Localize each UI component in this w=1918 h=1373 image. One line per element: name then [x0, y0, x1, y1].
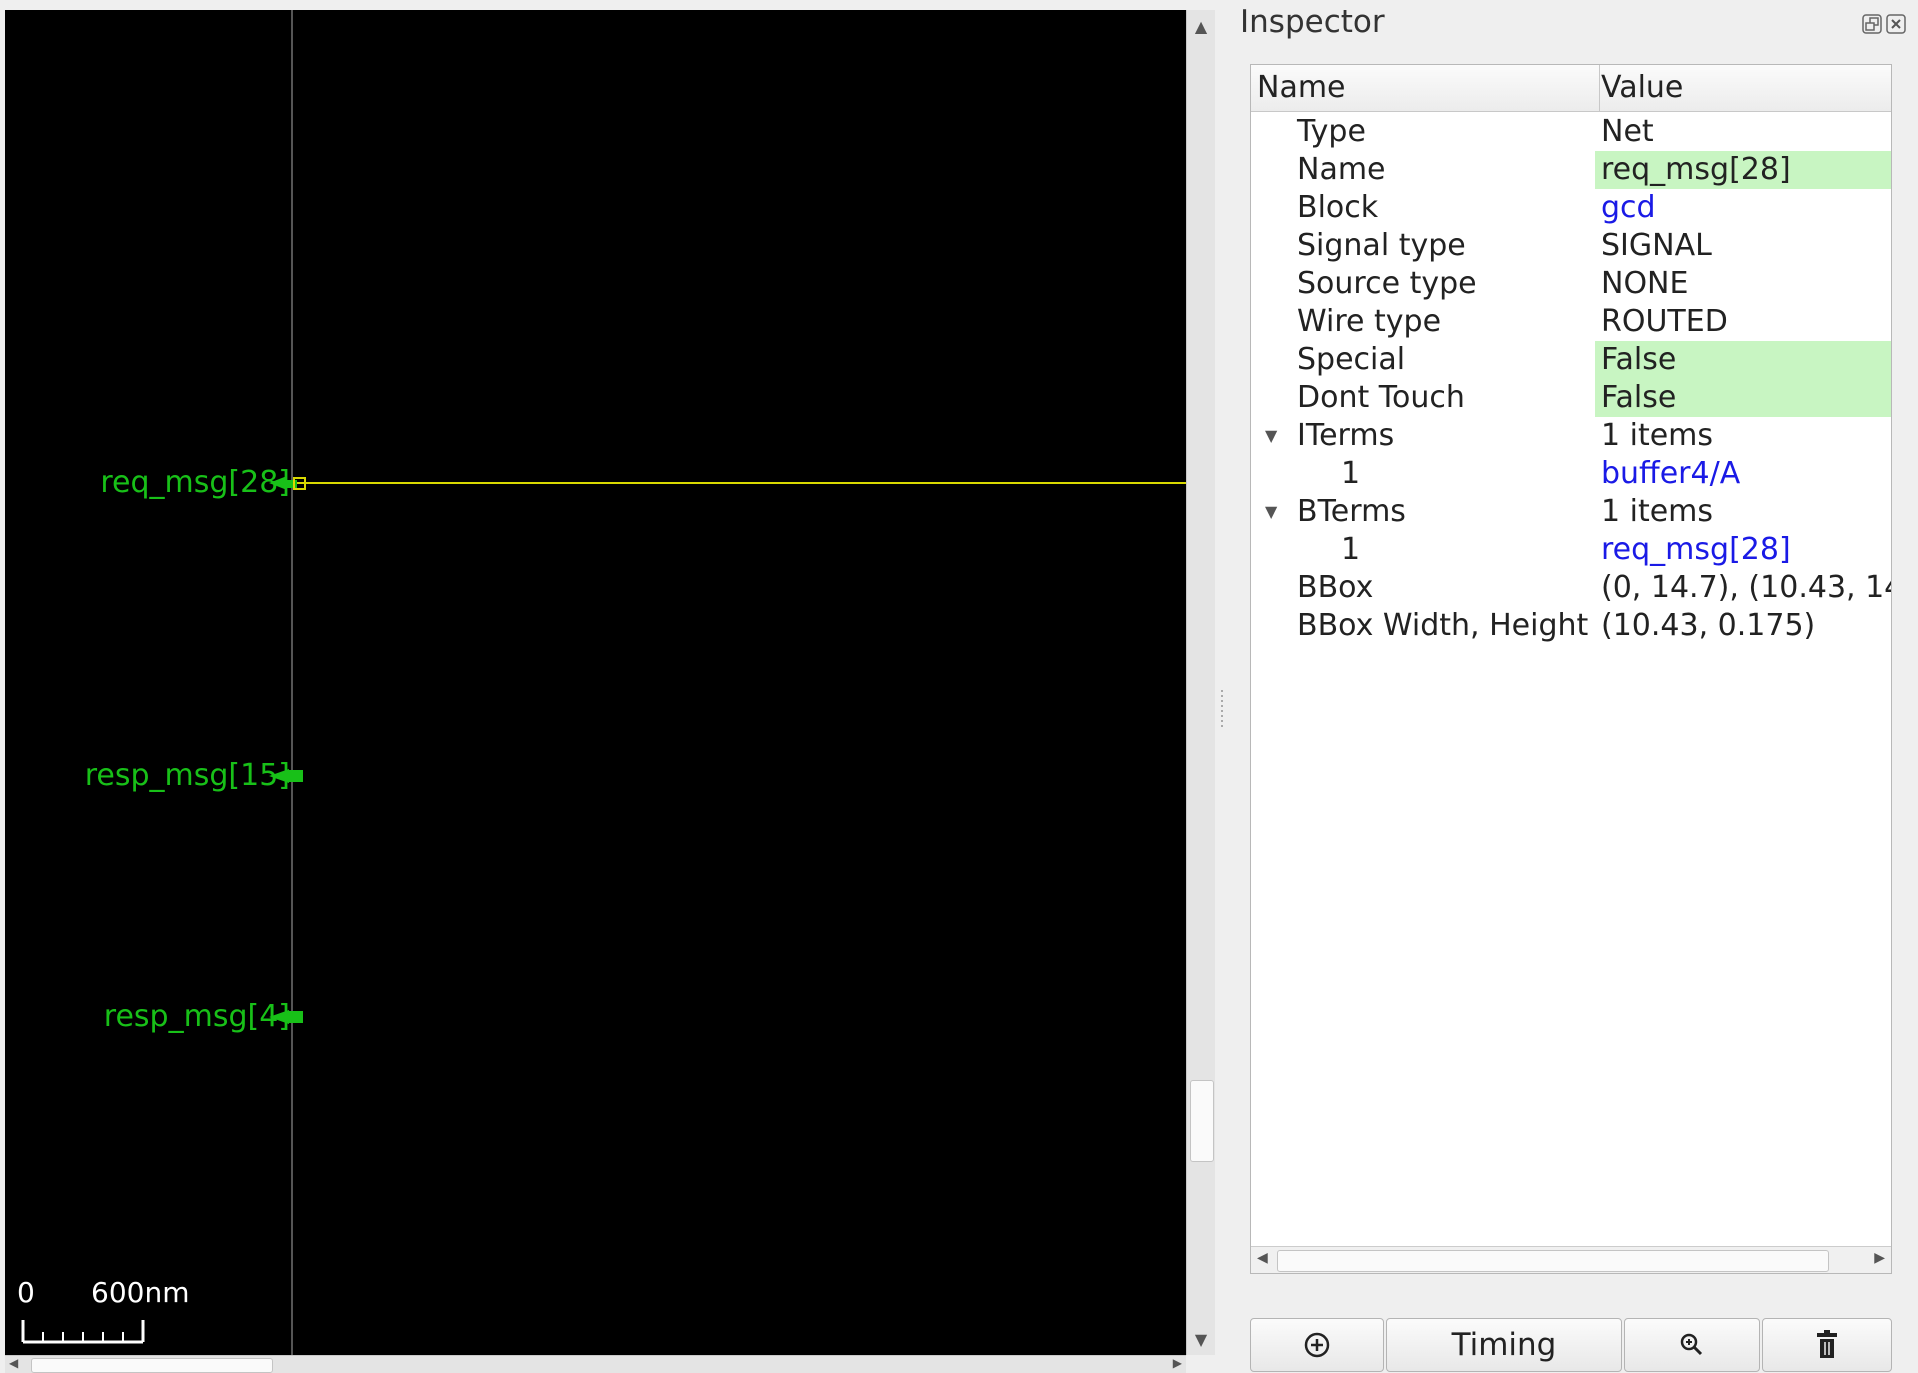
pin-label-resp-msg-15[interactable]: resp_msg[15] — [85, 759, 290, 793]
zoom-button[interactable] — [1624, 1318, 1760, 1372]
collapse-arrow-icon[interactable]: ▼ — [1265, 417, 1277, 455]
inspector-dock: Inspector Name Value Type Net Name req_m… — [1226, 0, 1918, 1372]
property-value-editable[interactable]: req_msg[28] — [1595, 151, 1891, 189]
dock-title: Inspector — [1240, 4, 1385, 40]
tree-row[interactable]: Signal type SIGNAL — [1251, 227, 1891, 265]
property-name: BBox Width, Height — [1297, 608, 1589, 643]
scale-bar-zero: 0 — [17, 1276, 35, 1309]
pin-label-req-msg-28[interactable]: req_msg[28] — [100, 466, 290, 500]
dock-close-icon[interactable] — [1886, 14, 1906, 34]
tree-header: Name Value — [1251, 65, 1891, 112]
property-name: Name — [1297, 152, 1386, 187]
tree-row[interactable]: Name req_msg[28] — [1251, 151, 1891, 189]
delete-icon — [1817, 1330, 1837, 1358]
scale-ruler — [21, 1320, 145, 1344]
scroll-down-icon[interactable]: ▼ — [1187, 1325, 1215, 1353]
property-value-link[interactable]: gcd — [1595, 189, 1891, 227]
property-name: Signal type — [1297, 228, 1466, 263]
selected-net-wire[interactable] — [297, 482, 1186, 484]
pin-marker-resp-msg-4[interactable] — [269, 1005, 315, 1029]
property-name: Wire type — [1297, 304, 1442, 339]
tree-row[interactable]: BBox Width, Height (10.43, 0.175) — [1251, 607, 1891, 645]
layout-vertical-scrollbar[interactable]: ▲ ▼ — [1186, 10, 1215, 1355]
tree-row-child[interactable]: 1 buffer4/A — [1251, 455, 1891, 493]
layout-canvas[interactable]: req_msg[28] resp_msg[15] resp_msg[4] 0 6… — [5, 10, 1186, 1355]
scroll-left-icon[interactable]: ◀ — [9, 1356, 18, 1370]
property-name: Source type — [1297, 266, 1477, 301]
zoom-icon — [1680, 1333, 1703, 1356]
collapse-arrow-icon[interactable]: ▼ — [1265, 493, 1277, 531]
tree-row-expandable[interactable]: ▼ BTerms 1 items — [1251, 493, 1891, 531]
property-value: ROUTED — [1601, 304, 1728, 339]
die-boundary-line — [291, 10, 293, 1355]
property-value-link[interactable]: buffer4/A — [1595, 455, 1891, 493]
property-name: BTerms — [1297, 494, 1406, 529]
property-name: Type — [1297, 114, 1366, 149]
tree-row-child[interactable]: 1 req_msg[28] — [1251, 531, 1891, 569]
tree-row[interactable]: Block gcd — [1251, 189, 1891, 227]
child-index: 1 — [1341, 456, 1361, 491]
layout-horizontal-scrollbar[interactable]: ◀ ▶ — [5, 1355, 1186, 1373]
property-name: BBox — [1297, 570, 1374, 605]
property-value: 1 items — [1601, 418, 1714, 453]
focus-add-button[interactable] — [1250, 1318, 1384, 1372]
scroll-right-icon[interactable]: ▶ — [1874, 1250, 1885, 1266]
pin-marker-resp-msg-15[interactable] — [269, 764, 315, 788]
property-name: Special — [1297, 342, 1406, 377]
tree-row[interactable]: Dont Touch False — [1251, 379, 1891, 417]
property-name: ITerms — [1297, 418, 1395, 453]
property-value: (0, 14.7), (10.43, 14.875) — [1601, 570, 1891, 605]
dock-splitter[interactable] — [1218, 10, 1226, 1372]
column-header-value[interactable]: Value — [1595, 65, 1891, 111]
horizontal-scroll-thumb[interactable] — [31, 1358, 273, 1373]
tree-row[interactable]: Special False — [1251, 341, 1891, 379]
tree-scroll-thumb[interactable] — [1277, 1250, 1829, 1272]
timing-button[interactable]: Timing — [1386, 1318, 1622, 1372]
dock-float-icon[interactable] — [1862, 14, 1882, 34]
child-index: 1 — [1341, 532, 1361, 567]
vertical-scroll-thumb[interactable] — [1190, 1080, 1214, 1162]
tree-horizontal-scrollbar[interactable]: ◀ ▶ — [1251, 1246, 1891, 1273]
property-tree[interactable]: Name Value Type Net Name req_msg[28] Blo… — [1250, 64, 1892, 1274]
scroll-up-icon[interactable]: ▲ — [1187, 12, 1215, 40]
tree-row[interactable]: Type Net — [1251, 113, 1891, 151]
scale-bar-unit: 600nm — [91, 1276, 190, 1309]
scroll-right-icon[interactable]: ▶ — [1173, 1356, 1182, 1370]
focus-add-icon — [1304, 1332, 1330, 1358]
tree-row[interactable]: Source type NONE — [1251, 265, 1891, 303]
property-value-link[interactable]: req_msg[28] — [1595, 531, 1891, 569]
column-header-name[interactable]: Name — [1251, 65, 1600, 111]
tree-row[interactable]: BBox (0, 14.7), (10.43, 14.875) — [1251, 569, 1891, 607]
tree-row[interactable]: Wire type ROUTED — [1251, 303, 1891, 341]
property-name: Block — [1297, 190, 1379, 225]
property-value: SIGNAL — [1601, 228, 1712, 263]
delete-button[interactable] — [1762, 1318, 1892, 1372]
tree-row-expandable[interactable]: ▼ ITerms 1 items — [1251, 417, 1891, 455]
scroll-left-icon[interactable]: ◀ — [1257, 1250, 1268, 1266]
property-value-editable[interactable]: False — [1595, 341, 1891, 379]
property-value: NONE — [1601, 266, 1689, 301]
property-value: 1 items — [1601, 494, 1714, 529]
property-value-editable[interactable]: False — [1595, 379, 1891, 417]
pin-label-resp-msg-4[interactable]: resp_msg[4] — [104, 1000, 290, 1034]
property-name: Dont Touch — [1297, 380, 1465, 415]
pin-marker-req-msg-28[interactable] — [269, 472, 315, 496]
property-value: (10.43, 0.175) — [1601, 608, 1816, 643]
property-value: Net — [1601, 114, 1654, 149]
